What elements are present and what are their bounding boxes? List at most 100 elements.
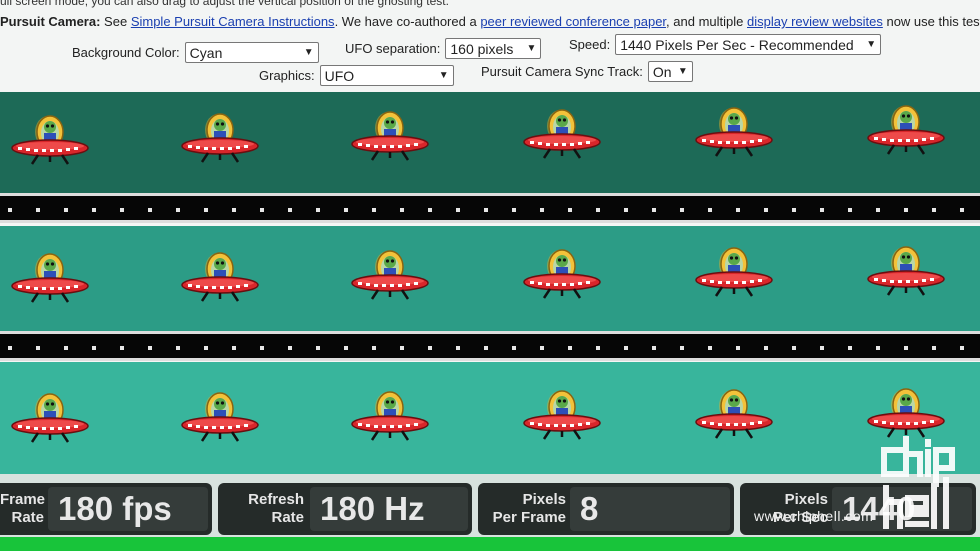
speed-select[interactable]: 1440 Pixels Per Sec - Recommended ▼ xyxy=(615,34,882,55)
sync-track-marker xyxy=(652,346,656,350)
sync-track-marker xyxy=(624,346,628,350)
sync-track-marker xyxy=(820,208,824,212)
ufo-lane-bottom[interactable] xyxy=(0,362,980,474)
sync-track-marker xyxy=(428,346,432,350)
now-text: now use this test. xyxy=(886,14,980,29)
sync-track-marker xyxy=(176,208,180,212)
sync-track-marker xyxy=(848,208,852,212)
sync-track-bottom xyxy=(0,331,980,361)
refresh-label-line2: Rate xyxy=(271,509,304,526)
ufo-lane-middle[interactable] xyxy=(0,226,980,334)
sync-track-marker xyxy=(92,346,96,350)
sync-track-marker xyxy=(204,346,208,350)
ufo-sprite-icon xyxy=(351,111,429,161)
camera-see: See xyxy=(104,14,128,29)
sync-select[interactable]: On ▼ xyxy=(647,61,693,82)
sync-track-top xyxy=(0,193,980,223)
sync-track-marker xyxy=(372,208,376,212)
ufo-sprite-icon xyxy=(181,113,259,163)
background-label: Background Color: xyxy=(72,45,180,60)
sync-track-marker xyxy=(680,346,684,350)
ufo-sprite-icon xyxy=(523,248,601,299)
background-select[interactable]: Cyan ▼ xyxy=(184,42,319,63)
sync-value: On xyxy=(652,63,672,80)
sync-track-marker xyxy=(148,208,152,212)
pixels-per-frame-label: Pixels Per Frame xyxy=(482,483,566,535)
speed-value: 1440 Pixels Per Sec - Recommended xyxy=(620,36,854,53)
sync-track-marker xyxy=(904,208,908,212)
sync-track-marker xyxy=(596,346,600,350)
frame-rate-stat: Frame Rate 180 fps xyxy=(0,483,212,535)
ufo-sprite-icon xyxy=(695,247,773,297)
sync-track-marker xyxy=(624,208,628,212)
chevron-down-icon: ▼ xyxy=(677,66,688,77)
graphics-select[interactable]: UFO ▼ xyxy=(319,65,454,86)
controls-panel: ull screen mode, you can also drag to ad… xyxy=(0,0,980,92)
reviews-link[interactable]: display review websites xyxy=(747,14,883,29)
ufo-sprite-icon xyxy=(695,389,773,439)
paper-link[interactable]: peer reviewed conference paper xyxy=(480,14,666,29)
background-control: Background Color: Cyan ▼ xyxy=(72,42,319,63)
separation-value: 160 pixels xyxy=(450,40,514,57)
sync-track-marker xyxy=(512,346,516,350)
chevron-down-icon: ▼ xyxy=(438,70,449,81)
sync-track-marker xyxy=(120,346,124,350)
ufo-sprite-icon xyxy=(11,253,89,303)
fullscreen-note: ull screen mode, you can also drag to ad… xyxy=(0,0,449,8)
sync-track-marker xyxy=(92,208,96,212)
sync-track-marker xyxy=(960,346,964,350)
sync-track-marker xyxy=(36,346,40,350)
ufo-lane-top[interactable] xyxy=(0,92,980,196)
sync-track-marker xyxy=(736,208,740,212)
sync-track-marker xyxy=(120,208,124,212)
ufo-sprite-icon xyxy=(11,393,89,443)
separation-select[interactable]: 160 pixels ▼ xyxy=(445,38,542,59)
frame-rate-label-line1: Frame xyxy=(0,491,46,508)
ppf-label-line1: Pixels xyxy=(522,491,566,508)
sync-track-marker xyxy=(680,208,684,212)
sync-track-marker xyxy=(652,208,656,212)
sync-track-marker xyxy=(176,346,180,350)
sync-track-marker xyxy=(736,346,740,350)
sync-track-marker xyxy=(400,346,404,350)
background-value: Cyan xyxy=(189,44,223,61)
ufo-sprite-icon xyxy=(351,391,429,441)
chevron-down-icon: ▼ xyxy=(303,47,314,58)
watermark-site: www.chiphell.com xyxy=(754,508,874,524)
sync-track-marker xyxy=(232,346,236,350)
sync-track-marker xyxy=(148,346,152,350)
sync-label: Pursuit Camera Sync Track: xyxy=(481,64,643,79)
pixels-per-frame-value: 8 xyxy=(570,487,730,531)
camera-prefix: Pursuit Camera: xyxy=(0,14,101,29)
camera-instructions-link[interactable]: Simple Pursuit Camera Instructions xyxy=(131,14,335,29)
coauthored-text: . We have co-authored a xyxy=(334,14,477,29)
sync-track-marker xyxy=(316,208,320,212)
sync-track-marker xyxy=(372,346,376,350)
ufo-sprite-icon xyxy=(695,107,773,157)
sync-track-marker xyxy=(64,208,68,212)
sync-track-marker xyxy=(820,346,824,350)
sync-track-marker xyxy=(456,208,460,212)
frame-rate-value: 180 fps xyxy=(48,487,208,531)
sync-track-marker xyxy=(960,208,964,212)
ufo-sprite-icon xyxy=(867,105,945,155)
sync-track-marker xyxy=(456,346,460,350)
sync-track-marker xyxy=(8,208,12,212)
sync-track-marker xyxy=(204,208,208,212)
ufo-sprite-icon xyxy=(523,109,601,159)
bottom-green-strip xyxy=(0,537,980,551)
sync-track-marker xyxy=(596,208,600,212)
sync-control: Pursuit Camera Sync Track: On ▼ xyxy=(481,61,693,82)
refresh-rate-value: 180 Hz xyxy=(310,487,468,531)
frame-rate-label: Frame Rate xyxy=(0,483,46,535)
sync-track-marker xyxy=(568,346,572,350)
ufo-sprite-icon xyxy=(867,245,945,296)
sync-track-marker xyxy=(400,208,404,212)
sync-track-marker xyxy=(428,208,432,212)
sync-track-marker xyxy=(764,208,768,212)
sync-track-marker xyxy=(344,346,348,350)
chevron-down-icon: ▼ xyxy=(866,39,877,50)
speed-label: Speed: xyxy=(569,37,611,52)
sync-track-marker xyxy=(344,208,348,212)
ufo-sprite-icon xyxy=(181,392,259,442)
